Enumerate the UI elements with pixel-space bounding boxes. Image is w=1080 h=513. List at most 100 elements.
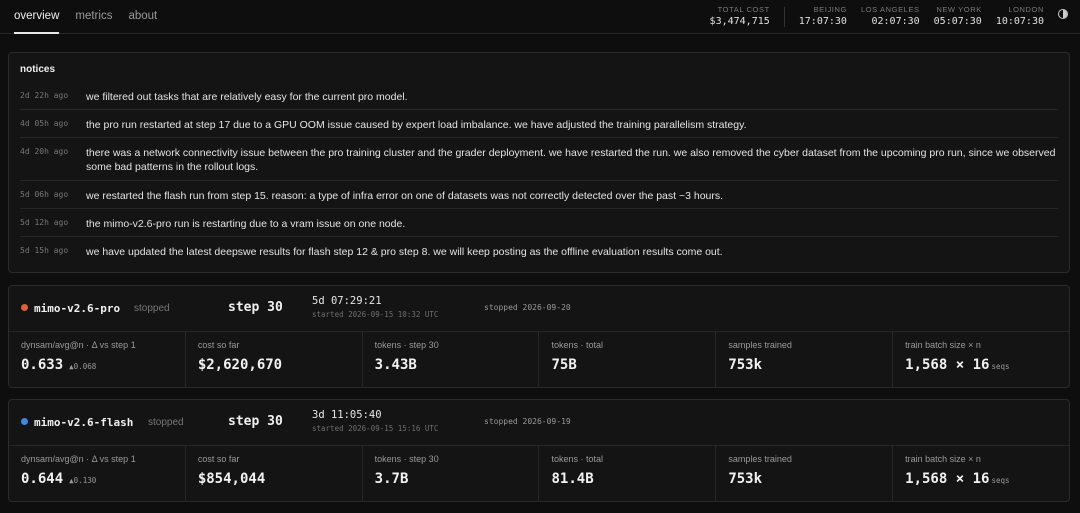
notice-item: 5d 06h ago we restarted the flash run fr… — [20, 181, 1058, 209]
total-cost: TOTAL COST $3,474,715 — [710, 5, 770, 27]
stat-tokens-total: tokens · total 81.4B — [539, 446, 717, 502]
stat-value: 75B — [551, 357, 577, 373]
stat-value-text: 1,568 × 16 — [905, 357, 990, 373]
stat-tokens-step: tokens · step 30 3.7B — [363, 446, 540, 502]
stat-suffix: seqs — [991, 362, 1010, 371]
stat-value: 0.633 ▲0.068 — [21, 357, 185, 373]
tab-metrics[interactable]: metrics — [75, 0, 112, 34]
stat-value: 1,568 × 16 seqs — [905, 357, 1069, 373]
stat-label: tokens · step 30 — [374, 454, 439, 464]
clock-city: BEIJING — [813, 5, 847, 14]
nav-tabs: overview metrics about — [14, 0, 173, 34]
run-duration: 5d 07:29:21 — [312, 295, 382, 307]
stat-label: tokens · total — [551, 340, 604, 350]
clock-city: LONDON — [1008, 5, 1044, 14]
notice-text: we restarted the flash run from step 15.… — [86, 190, 724, 202]
tab-overview[interactable]: overview — [14, 0, 60, 34]
stat-batch: train batch size × n 1,568 × 16 seqs — [893, 446, 1069, 502]
stat-value: 3.7B — [374, 471, 409, 487]
run-status: stopped — [134, 303, 170, 314]
stat-value: 81.4B — [551, 471, 594, 487]
stat-delta: ▲0.130 — [69, 476, 97, 485]
notice-text: there was a network connectivity issue b… — [86, 147, 1056, 173]
world-clocks: BEIJING 17:07:30 LOS ANGELES 02:07:30 NE… — [799, 5, 1044, 27]
tab-about[interactable]: about — [128, 0, 157, 34]
clock-city: LOS ANGELES — [860, 5, 920, 14]
notice-age: 4d 20h ago — [20, 147, 69, 156]
notices-panel: notices 2d 22h ago we filtered out tasks… — [8, 52, 1070, 273]
notice-text: we filtered out tasks that are relativel… — [86, 91, 408, 103]
stat-label: train batch size × n — [905, 454, 981, 464]
stat-tokens-total: tokens · total 75B — [539, 332, 717, 388]
run-status: stopped — [148, 417, 184, 428]
stat-label: dynsam/avg@n · Δ vs step 1 — [21, 454, 136, 464]
half-circle-icon[interactable] — [1058, 9, 1068, 19]
clock-city: NEW YORK — [936, 5, 982, 14]
run-duration: 3d 11:05:40 — [312, 409, 382, 421]
run-started: started 2026-09-15 10:32 UTC — [312, 310, 439, 319]
clock-beijing: BEIJING 17:07:30 — [799, 5, 847, 27]
run-step: step 30 — [228, 414, 283, 429]
stat-label: dynsam/avg@n · Δ vs step 1 — [21, 340, 136, 350]
notice-age: 5d 06h ago — [20, 190, 69, 199]
stat-label: tokens · total — [551, 454, 604, 464]
stat-tokens-step: tokens · step 30 3.43B — [363, 332, 540, 388]
total-cost-label: TOTAL COST — [717, 5, 770, 14]
stat-samples: samples trained 753k — [716, 332, 894, 388]
stat-value: 3.43B — [374, 357, 417, 373]
stat-cost: cost so far $854,044 — [186, 446, 363, 502]
total-cost-value: $3,474,715 — [709, 16, 770, 27]
status-dot-icon — [21, 304, 28, 311]
stat-label: samples trained — [728, 454, 792, 464]
notice-age: 4d 05h ago — [20, 119, 69, 128]
notice-item: 4d 05h ago the pro run restarted at step… — [20, 110, 1058, 138]
notice-age: 2d 22h ago — [20, 91, 69, 100]
stat-value: 753k — [728, 471, 763, 487]
notice-age: 5d 15h ago — [20, 246, 69, 255]
run-stats: dynsam/avg@n · Δ vs step 1 0.644 ▲0.130 c… — [9, 446, 1069, 502]
stat-value-text: 1,568 × 16 — [905, 471, 990, 487]
stat-dynsam: dynsam/avg@n · Δ vs step 1 0.633 ▲0.068 — [9, 332, 186, 388]
stat-samples: samples trained 753k — [716, 446, 894, 502]
divider — [783, 7, 785, 27]
run-step: step 30 — [228, 300, 283, 315]
notice-text: the pro run restarted at step 17 due to … — [86, 119, 747, 131]
run-stopped: stopped 2026-09-20 — [484, 303, 571, 312]
run-card-pro[interactable]: mimo-v2.6-pro stopped step 30 5d 07:29:2… — [8, 285, 1070, 388]
header-stats: TOTAL COST $3,474,715 BEIJING 17:07:30 L… — [710, 5, 1044, 27]
run-stats: dynsam/avg@n · Δ vs step 1 0.633 ▲0.068 c… — [9, 332, 1069, 388]
status-dot-icon — [21, 418, 28, 425]
run-started: started 2026-09-15 15:16 UTC — [312, 424, 439, 433]
notice-text: the mimo-v2.6-pro run is restarting due … — [86, 218, 406, 230]
stat-value: 1,568 × 16 seqs — [905, 471, 1069, 487]
stat-dynsam: dynsam/avg@n · Δ vs step 1 0.644 ▲0.130 — [9, 446, 186, 502]
notice-item: 4d 20h ago there was a network connectiv… — [20, 138, 1058, 181]
notices-title: notices — [20, 64, 56, 75]
run-name: mimo-v2.6-flash — [34, 416, 134, 429]
stat-value: 0.644 ▲0.130 — [21, 471, 185, 487]
notice-item: 2d 22h ago we filtered out tasks that ar… — [20, 83, 1058, 110]
run-stopped: stopped 2026-09-19 — [484, 417, 571, 426]
notice-age: 5d 12h ago — [20, 218, 69, 227]
stat-label: tokens · step 30 — [374, 340, 439, 350]
run-header: mimo-v2.6-pro stopped step 30 5d 07:29:2… — [9, 286, 1069, 332]
clock-new-york: NEW YORK 05:07:30 — [934, 5, 982, 27]
clock-los-angeles: LOS ANGELES 02:07:30 — [861, 5, 920, 27]
stat-value: 753k — [728, 357, 763, 373]
run-card-flash[interactable]: mimo-v2.6-flash stopped step 30 3d 11:05… — [8, 399, 1070, 502]
clock-time: 17:07:30 — [798, 16, 847, 27]
stat-batch: train batch size × n 1,568 × 16 seqs — [893, 332, 1069, 388]
stat-label: cost so far — [197, 454, 240, 464]
stat-cost: cost so far $2,620,670 — [186, 332, 363, 388]
notice-item: 5d 12h ago the mimo-v2.6-pro run is rest… — [20, 209, 1058, 237]
stat-label: cost so far — [197, 340, 240, 350]
stat-label: train batch size × n — [905, 340, 981, 350]
clock-london: LONDON 10:07:30 — [996, 5, 1044, 27]
run-header: mimo-v2.6-flash stopped step 30 3d 11:05… — [9, 400, 1069, 446]
stat-value-text: 0.633 — [21, 357, 64, 373]
run-name: mimo-v2.6-pro — [34, 302, 121, 315]
stat-value: $2,620,670 — [197, 357, 283, 373]
top-bar: overview metrics about TOTAL COST $3,474… — [0, 0, 1080, 34]
clock-time: 10:07:30 — [995, 16, 1044, 27]
stat-value-text: 0.644 — [21, 471, 64, 487]
